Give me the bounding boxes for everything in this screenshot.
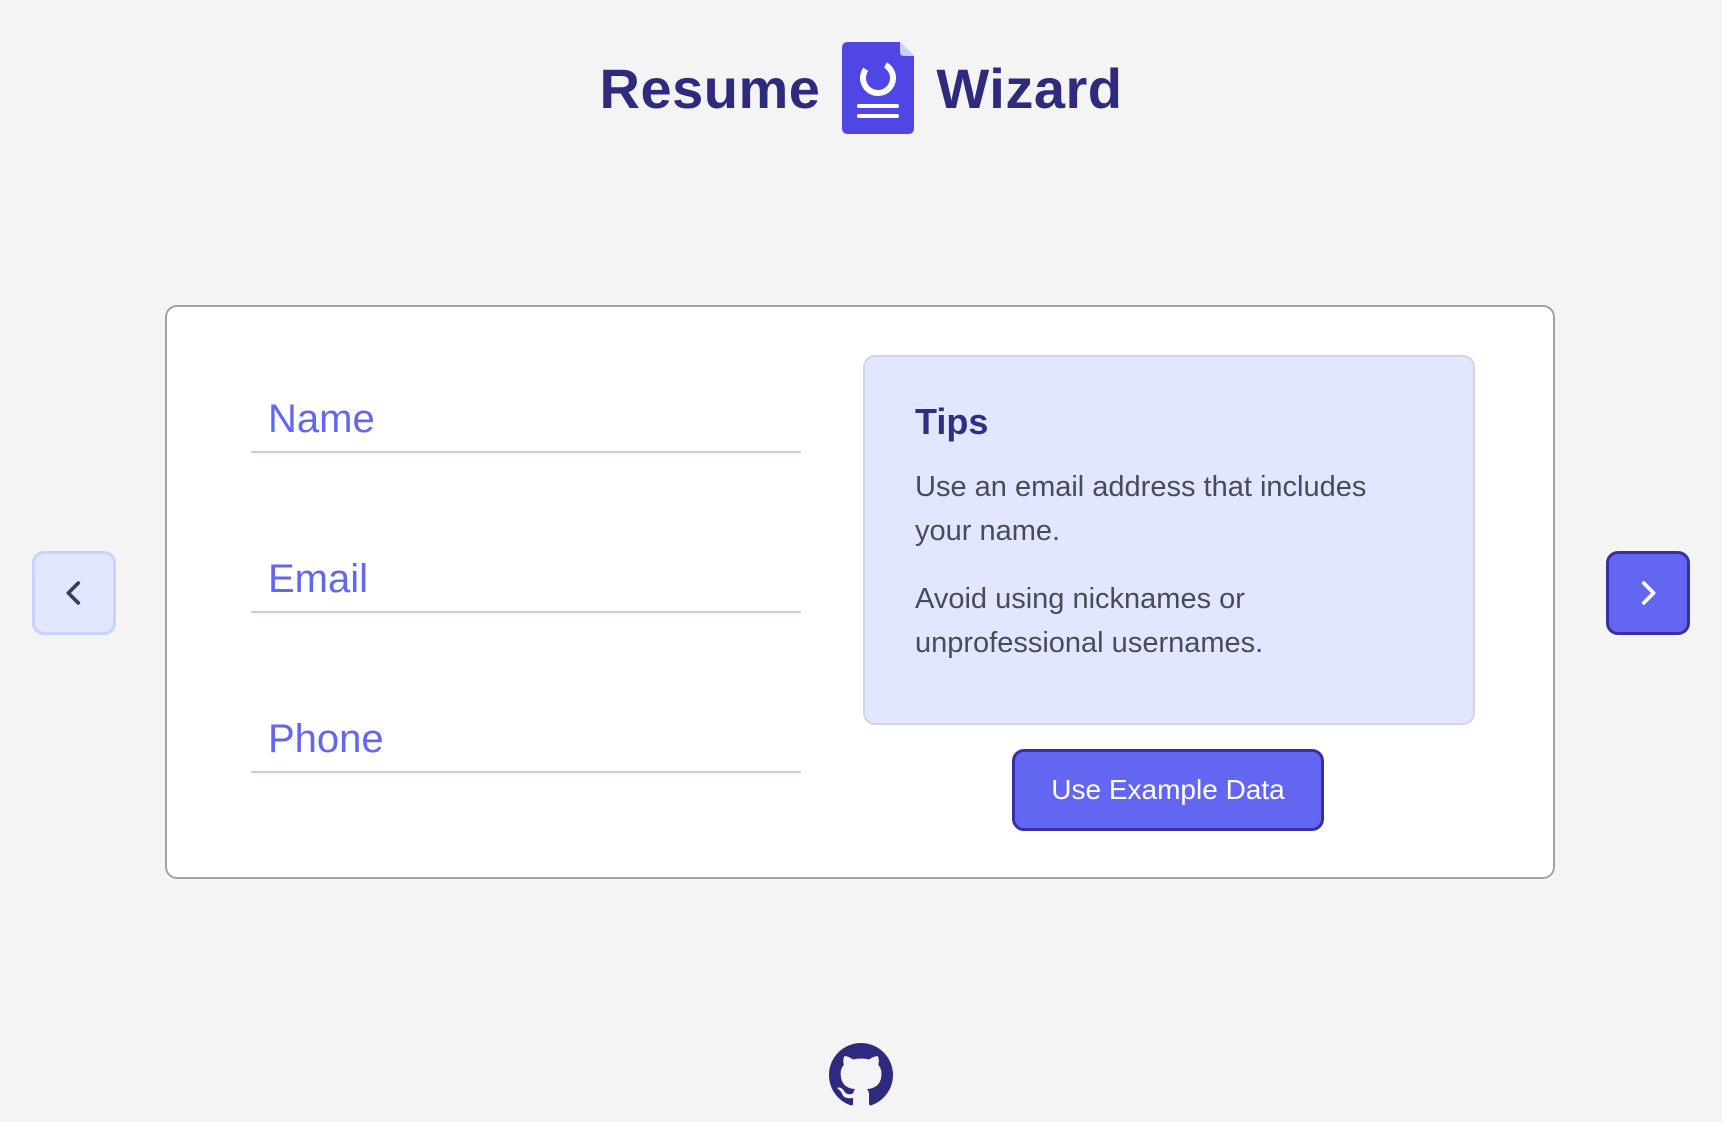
tip-item: Use an email address that includes your … [915,471,1367,547]
tip-item: Avoid using nicknames or unprofessional … [915,583,1264,659]
page: Resume Wizard Tips Use an email address … [0,0,1722,1122]
chevron-right-icon [1641,581,1656,605]
github-icon [829,1043,893,1106]
email-field [251,547,801,613]
name-field [251,387,801,453]
phone-input[interactable] [251,707,801,771]
next-step-button[interactable] [1606,551,1690,635]
name-input[interactable] [251,387,801,451]
app-header: Resume Wizard [0,42,1722,134]
wizard-card: Tips Use an email address that includes … [165,305,1555,879]
github-link[interactable] [829,1043,893,1107]
email-input[interactable] [251,547,801,611]
chevron-left-icon [66,581,81,605]
app-title-left: Resume [599,56,821,120]
previous-step-button[interactable] [32,551,116,635]
use-example-data-button[interactable]: Use Example Data [1012,749,1324,831]
app-title-right: Wizard [936,56,1123,120]
phone-field [251,707,801,773]
document-icon [842,42,915,134]
tips-panel: Tips Use an email address that includes … [863,355,1475,725]
tips-title: Tips [915,401,989,442]
